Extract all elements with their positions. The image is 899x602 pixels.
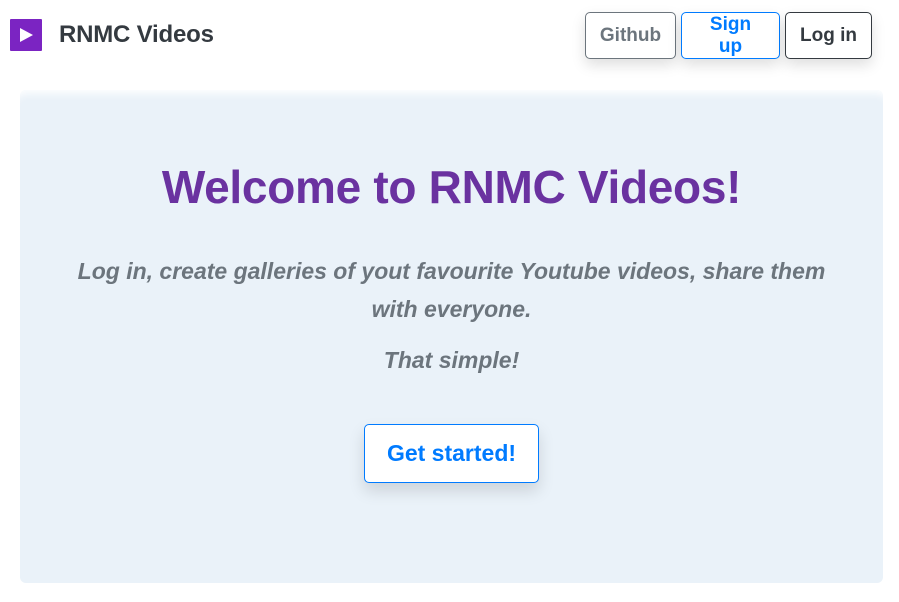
github-button[interactable]: Github (585, 12, 676, 59)
page: RNMC Videos Github Sign up Log in Welcom… (0, 0, 899, 602)
brand-link[interactable]: RNMC Videos (10, 19, 214, 51)
hero-jumbotron: Welcome to RNMC Videos! Log in, create g… (20, 90, 883, 583)
nav-buttons: Github Sign up Log in (585, 12, 872, 59)
get-started-button[interactable]: Get started! (364, 424, 539, 483)
navbar: RNMC Videos Github Sign up Log in (0, 0, 899, 72)
brand-name: RNMC Videos (59, 21, 214, 48)
signup-button[interactable]: Sign up (681, 12, 780, 59)
play-icon (10, 19, 42, 51)
hero-subtext: That simple! (383, 347, 520, 373)
hero-lead-text: Log in, create galleries of yout favouri… (77, 258, 826, 322)
hero-title: Welcome to RNMC Videos! (161, 161, 742, 213)
login-button[interactable]: Log in (785, 12, 872, 59)
